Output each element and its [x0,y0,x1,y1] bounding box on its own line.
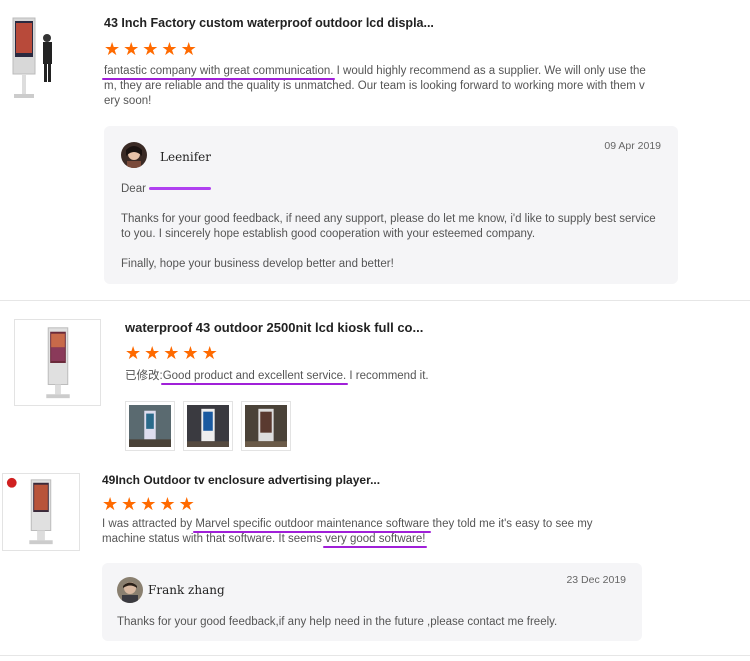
avatar [117,577,143,603]
highlighted-phrase: Good product and excellent service. [162,370,347,382]
star-icon: ★ [104,39,121,59]
review-text: I was attracted by Marvel specific outdo… [102,517,622,547]
review-product-title[interactable]: 43 Inch Factory custom waterproof outdoo… [104,16,434,30]
divider [0,655,750,656]
review-text-rest: I recommend it. [346,370,429,382]
review-text: 已修改:Good product and excellent service. … [125,369,685,384]
star-rating: ★ ★ ★ ★ ★ [125,344,218,362]
reply-paragraph: Thanks for your good feedback, if need a… [121,213,656,240]
product-thumbnail[interactable] [0,10,70,100]
reply-paragraph: Finally, hope your business develop bett… [121,258,394,270]
avatar [121,142,147,168]
star-rating: ★ ★ ★ ★ ★ [102,495,195,513]
star-icon: ★ [140,494,157,514]
review-text: fantastic company with great communicati… [104,64,649,109]
review-product-title[interactable]: waterproof 43 outdoor 2500nit lcd kiosk … [125,320,423,335]
star-icon: ★ [180,39,197,59]
star-icon: ★ [163,343,180,363]
star-icon: ★ [178,494,195,514]
edited-label: 已修改: [125,370,163,382]
greeting-text: Dear [121,183,146,195]
highlighted-phrase: very good software! [325,533,426,545]
highlighted-phrase: fantastic company with great communicati… [104,65,334,77]
star-icon: ★ [201,343,218,363]
star-rating: ★ ★ ★ ★ ★ [104,40,197,58]
star-icon: ★ [121,494,138,514]
reply-date: 23 Dec 2019 [566,574,626,586]
highlighted-phrase: Marvel specific outdoor maintenance soft… [195,518,430,530]
seller-reply: Leenifer 09 Apr 2019 Dear Thanks for you… [104,126,678,284]
star-icon: ★ [125,343,142,363]
reply-author: Leenifer [160,150,212,164]
star-icon: ★ [144,343,161,363]
review-photo[interactable] [125,401,175,451]
star-icon: ★ [159,494,176,514]
star-icon: ★ [182,343,199,363]
review-photo[interactable] [183,401,233,451]
reply-author: Frank zhang [148,583,225,597]
divider [0,300,750,301]
reply-date: 09 Apr 2019 [604,140,661,152]
review-product-title[interactable]: 49Inch Outdoor tv enclosure advertising … [102,473,380,487]
product-thumbnail[interactable] [2,473,80,551]
review-photo[interactable] [241,401,291,451]
star-icon: ★ [123,39,140,59]
star-icon: ★ [142,39,159,59]
reply-greeting: Dear [121,182,212,197]
seller-reply: Frank zhang 23 Dec 2019 Thanks for your … [102,563,642,641]
redaction-mark [149,187,212,191]
star-icon: ★ [102,494,119,514]
product-thumbnail[interactable] [14,319,101,406]
review-photos [125,401,291,451]
star-icon: ★ [161,39,178,59]
reply-paragraph: Thanks for your good feedback,if any hel… [117,616,558,628]
review-text-part: I was attracted by [102,518,196,530]
